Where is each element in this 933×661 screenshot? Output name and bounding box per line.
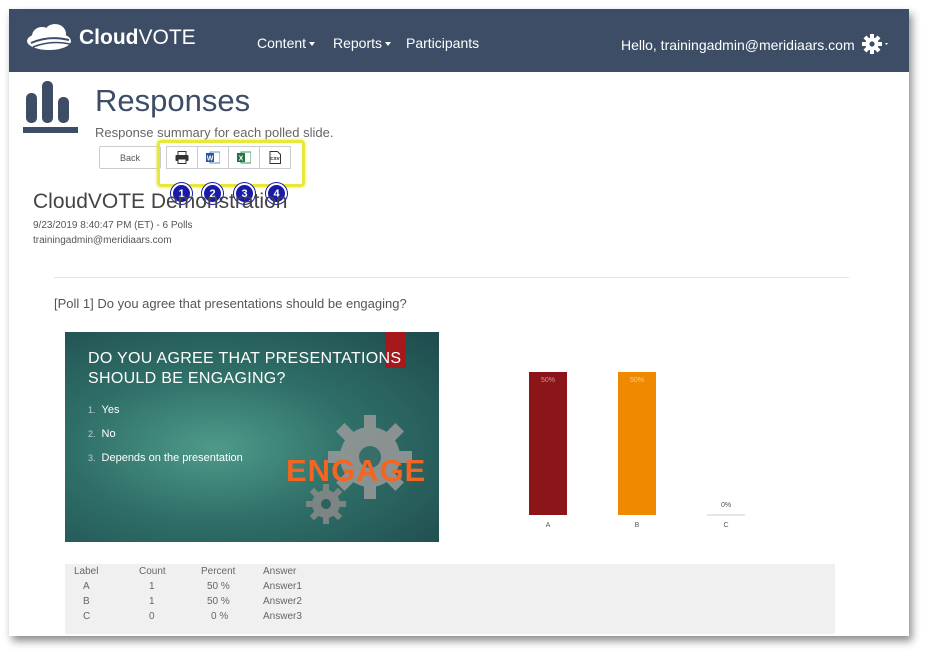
cell-label: A: [83, 581, 90, 592]
session-user: trainingadmin@meridiaars.com: [33, 235, 172, 246]
nav-reports[interactable]: Reports: [333, 35, 392, 51]
table-row: B 1 50 % Answer2: [65, 596, 835, 611]
gear-icon: [862, 34, 888, 54]
bar-chart-icon: [23, 81, 81, 140]
category-label: C: [723, 522, 728, 529]
bar-B: [618, 372, 656, 515]
brand-name: CloudVOTE: [79, 26, 196, 49]
chevron-down-icon: [309, 42, 316, 47]
nav-content[interactable]: Content: [257, 35, 316, 51]
cell-label: B: [83, 596, 90, 607]
page-subtitle: Response summary for each polled slide.: [95, 125, 334, 140]
settings-menu[interactable]: [861, 33, 891, 60]
slide-graphic-word: ENGAGE: [286, 453, 427, 488]
nav-reports-label: Reports: [333, 35, 383, 51]
col-header-percent: Percent: [201, 566, 236, 577]
poll-question: [Poll 1] Do you agree that presentations…: [54, 296, 407, 311]
top-navbar: CloudVOTE Content Reports Participants H…: [9, 9, 909, 72]
cell-count: 0: [149, 611, 155, 622]
page-title: Responses: [95, 83, 251, 118]
results-table: Label Count Percent Answer A 1 50 % Answ…: [65, 564, 835, 634]
bar-A: [529, 372, 567, 515]
cell-count: 1: [149, 596, 155, 607]
cell-percent: 50 %: [207, 596, 230, 607]
cloud-icon: [27, 24, 71, 50]
poll-slide-image: DO YOU AGREE THAT PRESENTATIONS SHOULD B…: [65, 332, 439, 542]
back-button[interactable]: Back: [99, 146, 161, 169]
cell-answer: Answer1: [263, 581, 302, 592]
cell-percent: 0 %: [211, 611, 229, 622]
cell-answer: Answer2: [263, 596, 302, 607]
cell-percent: 50 %: [207, 581, 230, 592]
chevron-down-icon: [385, 42, 392, 47]
table-row: A 1 50 % Answer1: [65, 581, 835, 596]
app-window: CloudVOTE Content Reports Participants H…: [9, 9, 909, 636]
category-label: A: [546, 522, 551, 529]
nav-participants-label: Participants: [406, 35, 480, 51]
table-row: C 0 0 % Answer3: [65, 611, 835, 626]
cell-count: 1: [149, 581, 155, 592]
nav-content-label: Content: [257, 35, 307, 51]
category-label: B: [635, 522, 640, 529]
export-highlight-box: [157, 140, 305, 187]
col-header-answer: Answer: [263, 566, 297, 577]
col-header-count: Count: [139, 566, 166, 577]
session-title: CloudVOTE Demonstration: [33, 190, 288, 213]
bar-value-label: 50%: [630, 377, 644, 384]
brand-logo[interactable]: CloudVOTE: [25, 23, 196, 53]
cell-label: C: [83, 611, 91, 622]
section-divider: [54, 277, 849, 278]
user-greeting[interactable]: Hello, trainingadmin@meridiaars.com: [621, 37, 855, 53]
cell-answer: Answer3: [263, 611, 302, 622]
session-meta: 9/23/2019 8:40:47 PM (ET) - 6 Polls: [33, 220, 193, 231]
results-bar-chart: 50% A 50% B 0% C: [529, 372, 745, 529]
col-header-label: Label: [74, 566, 99, 577]
bar-value-label: 0%: [721, 502, 731, 509]
table-header-row: Label Count Percent Answer: [65, 566, 835, 581]
gears-graphic: [306, 415, 412, 524]
nav-participants[interactable]: Participants: [406, 35, 479, 51]
bar-value-label: 50%: [541, 377, 555, 384]
